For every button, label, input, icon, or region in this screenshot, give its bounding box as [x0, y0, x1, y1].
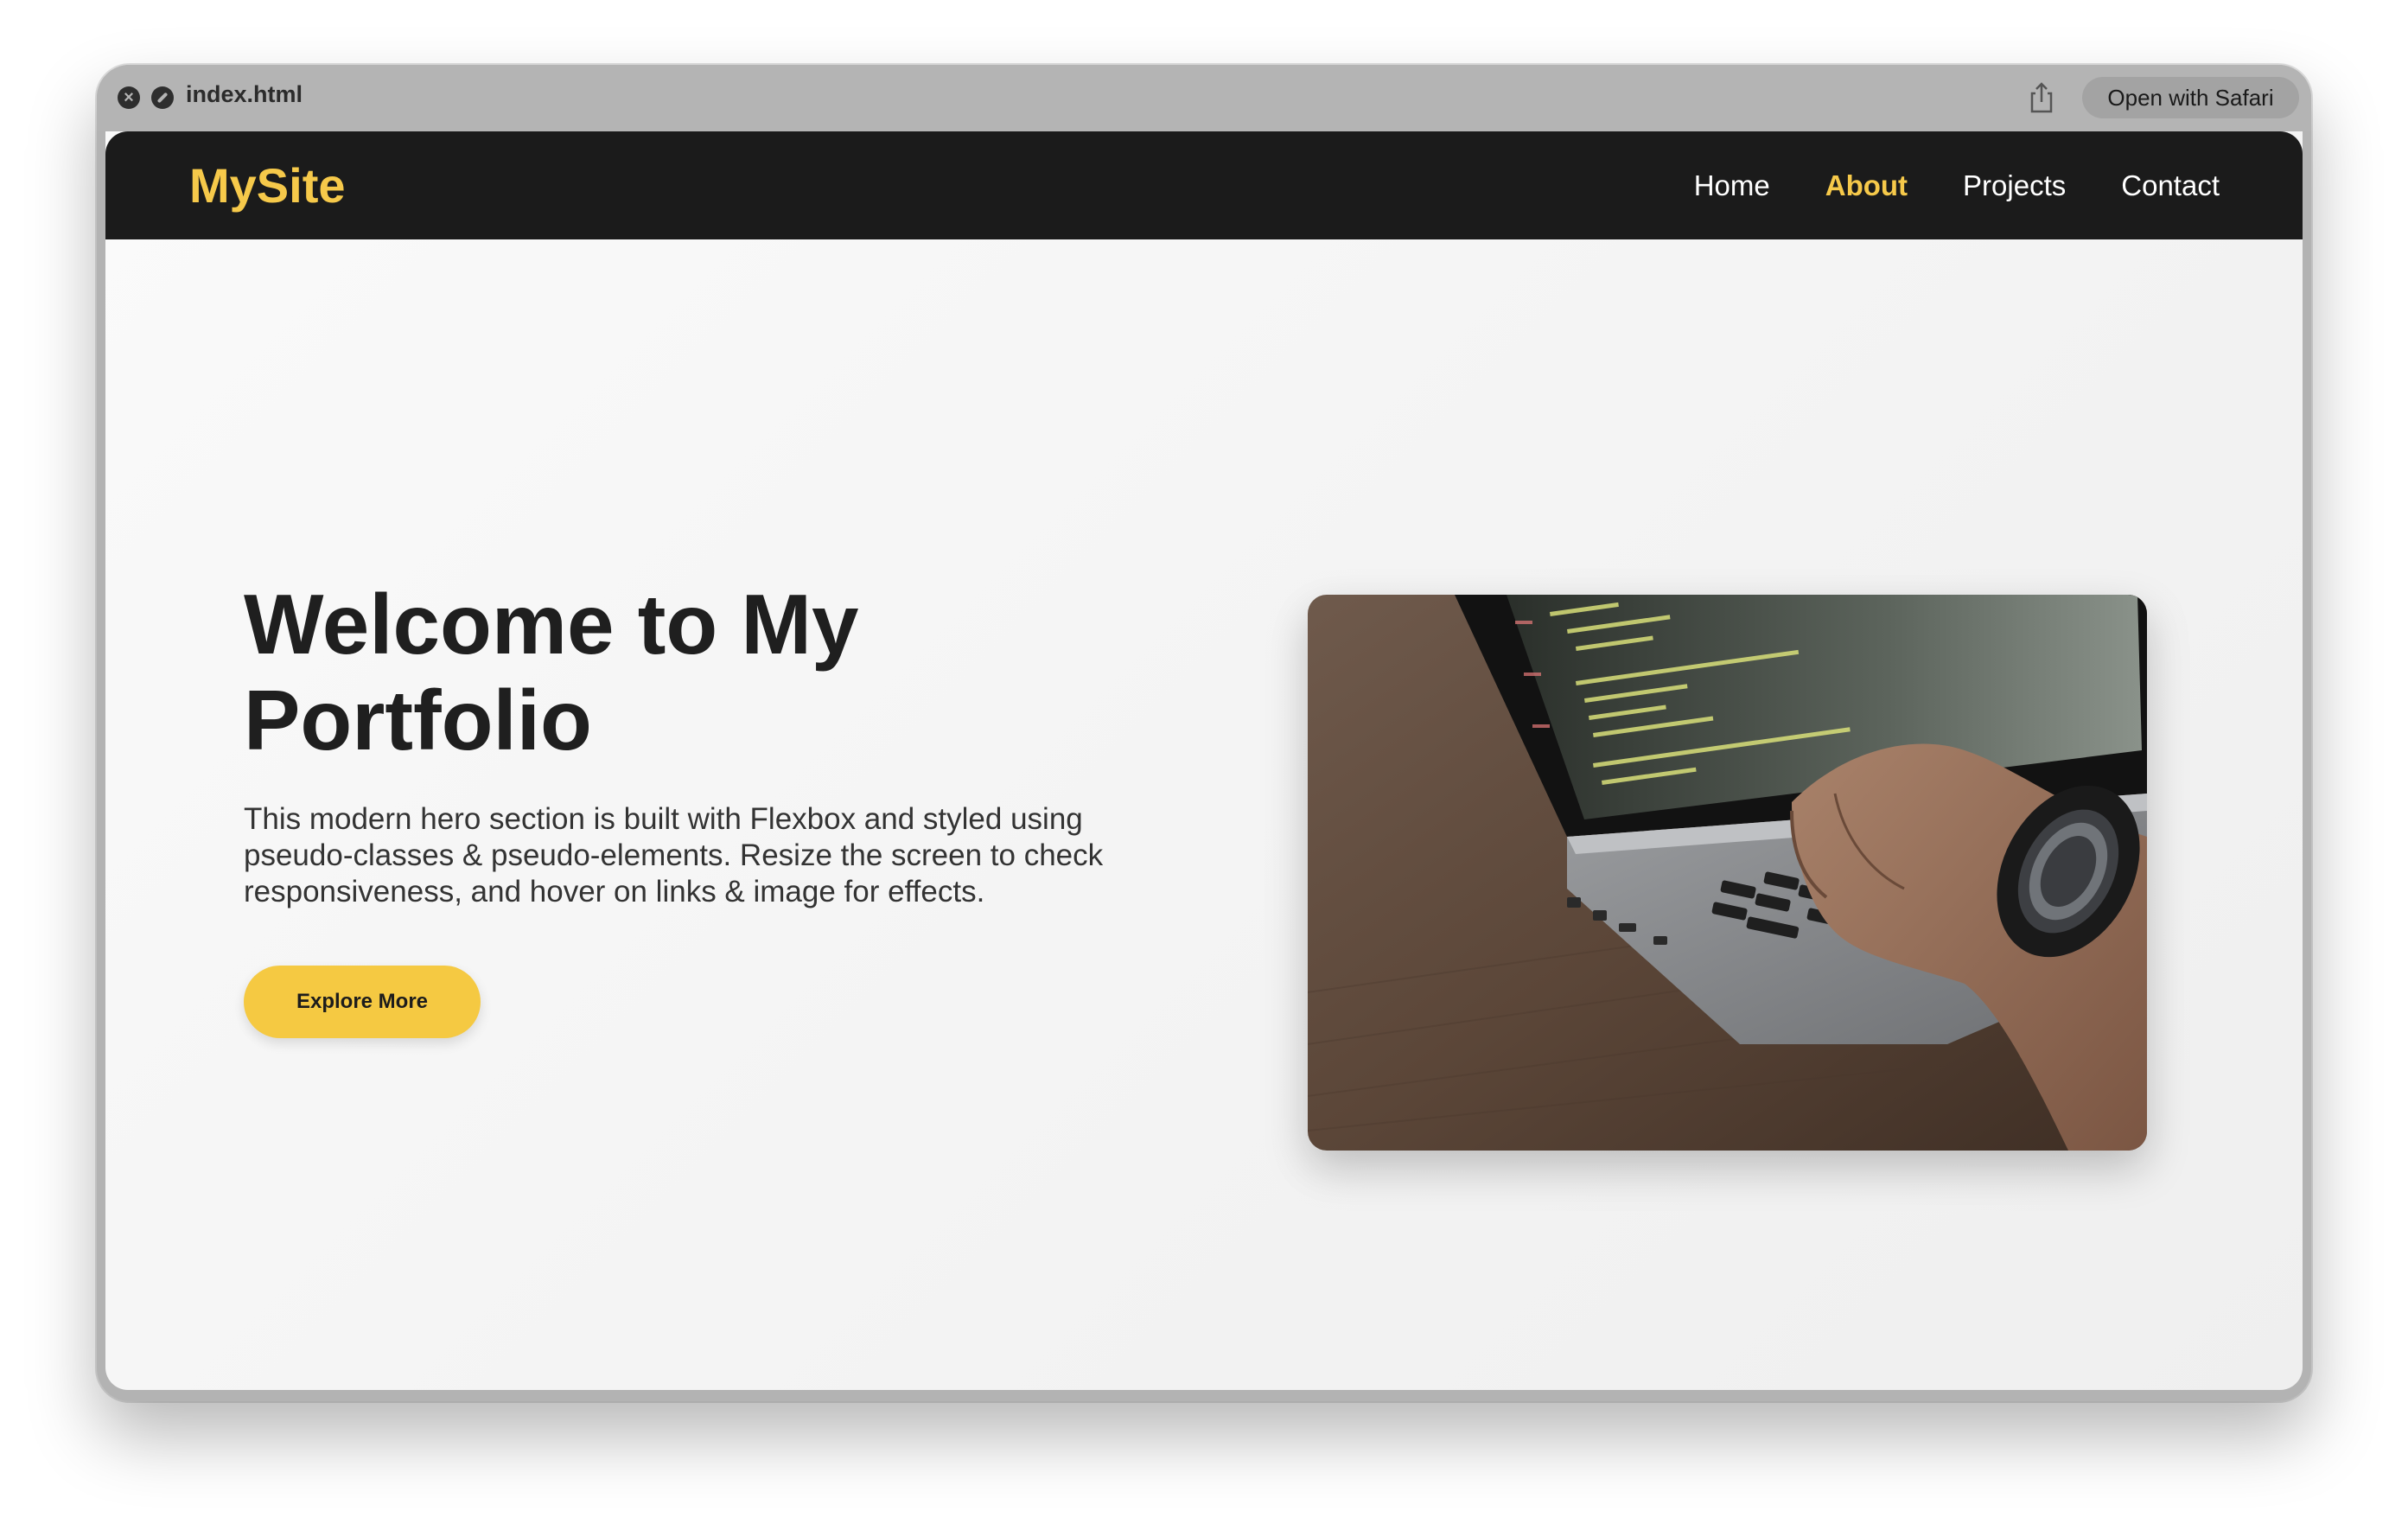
nav-link-projects[interactable]: Projects: [1963, 169, 2066, 202]
hero-image[interactable]: [1308, 595, 2147, 1151]
window-titlebar: × index.html Open with Safari: [97, 65, 2311, 131]
no-entry-icon[interactable]: [151, 86, 174, 109]
page-viewport: MySite Home About Projects Contact Welco…: [105, 131, 2303, 1390]
site-header: MySite Home About Projects Contact: [105, 131, 2303, 239]
nav-link-contact[interactable]: Contact: [2121, 169, 2220, 202]
laptop-photo: [1308, 595, 2147, 1151]
share-icon[interactable]: [2027, 81, 2056, 114]
main-nav: Home About Projects Contact: [1694, 131, 2220, 239]
open-with-safari-button[interactable]: Open with Safari: [2082, 77, 2299, 118]
document-title: index.html: [186, 81, 303, 107]
hero-description: This modern hero section is built with F…: [244, 802, 1104, 908]
close-icon[interactable]: ×: [118, 86, 140, 109]
hero-text: Welcome to My Portfolio This modern hero…: [244, 577, 1143, 1038]
explore-more-button[interactable]: Explore More: [244, 966, 481, 1038]
quicklook-window: × index.html Open with Safari MySite Hom…: [97, 65, 2311, 1401]
site-logo[interactable]: MySite: [189, 157, 346, 214]
nav-link-about[interactable]: About: [1825, 169, 1908, 202]
nav-link-home[interactable]: Home: [1694, 169, 1770, 202]
hero-title: Welcome to My Portfolio: [244, 577, 859, 768]
